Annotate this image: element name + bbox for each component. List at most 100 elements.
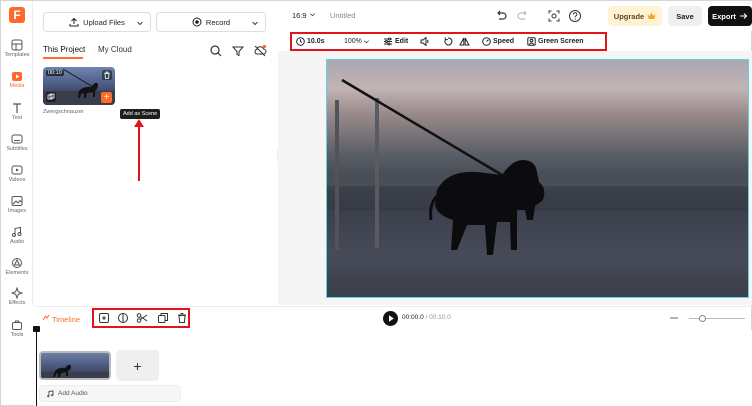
thumbnail-trash-button[interactable] [102, 70, 112, 80]
screenshot-icon[interactable] [547, 9, 561, 23]
timeline-tools [92, 308, 190, 328]
current-time: 00:00.0 [402, 314, 424, 321]
upgrade-button[interactable]: Upgrade [608, 6, 662, 26]
rail-label: Templates [4, 52, 30, 58]
green-screen-button[interactable]: Green Screen [527, 34, 584, 49]
undo-icon[interactable] [494, 9, 508, 23]
rail-item-audio[interactable]: Audio [1, 226, 33, 256]
sliders-icon [384, 37, 392, 46]
zoom-out-icon[interactable] [669, 314, 679, 322]
tab-my-cloud[interactable]: My Cloud [98, 45, 132, 54]
timeline-toggle[interactable]: Timeline [42, 314, 80, 324]
duplicate-icon[interactable] [157, 312, 169, 324]
add-as-scene-button[interactable]: + [101, 92, 112, 103]
clip-thumbnail [41, 364, 109, 378]
tools-icon [12, 320, 22, 330]
dog-silhouette [341, 78, 545, 255]
record-button[interactable]: Record [156, 12, 266, 32]
cloud-off-icon[interactable] [253, 44, 267, 58]
export-button[interactable]: Export [708, 6, 752, 26]
timeline-zoom-slider[interactable] [689, 318, 745, 319]
add-audio-label: Add Audio [58, 390, 88, 397]
rail-label: Tools [10, 332, 24, 338]
chevron-down-icon [363, 40, 369, 44]
active-tab-indicator [43, 57, 83, 59]
link-icon [47, 93, 55, 100]
elements-icon [12, 258, 22, 268]
zoom-select[interactable]: 100% [344, 34, 372, 49]
project-title[interactable]: Untitled [330, 11, 355, 20]
app-logo[interactable]: F [9, 7, 25, 23]
templates-icon [11, 39, 23, 51]
thumbnail-link-button[interactable] [46, 92, 56, 102]
media-icon [12, 72, 22, 81]
images-icon [11, 196, 23, 206]
rail-item-text[interactable]: Text [1, 102, 33, 132]
annotation-arrow-line [138, 125, 140, 181]
trash-icon [104, 71, 110, 79]
add-scene-button[interactable]: + [116, 350, 159, 381]
chevron-down-icon [137, 21, 143, 26]
aspect-ratio-select[interactable]: 16:9 [292, 11, 316, 20]
upload-icon [69, 17, 79, 27]
record-icon [192, 17, 202, 27]
text-icon [13, 103, 21, 113]
upload-files-button[interactable]: Upload Files [43, 12, 151, 32]
add-audio-button[interactable]: Add Audio [39, 385, 181, 402]
rail-item-effects[interactable]: Effects [1, 287, 33, 317]
video-preview[interactable] [326, 59, 749, 298]
music-note-icon [47, 389, 54, 397]
redo-icon[interactable] [516, 9, 530, 23]
rail-item-media[interactable]: Media [1, 70, 33, 100]
left-rail: F Templates Media Text Subtitles Videos … [1, 1, 33, 306]
rail-label: Videos [8, 177, 26, 183]
record-label: Record [205, 17, 231, 27]
duration-control[interactable]: 10.0s [296, 34, 325, 49]
edit-button[interactable]: Edit [383, 34, 408, 49]
filter-icon[interactable] [231, 44, 245, 58]
save-button[interactable]: Save [668, 6, 702, 26]
playhead-handle[interactable] [33, 326, 40, 332]
audio-icon [12, 226, 22, 237]
rail-label: Audio [9, 239, 25, 245]
rail-item-elements[interactable]: Elements [1, 257, 33, 287]
trash-icon[interactable] [176, 312, 188, 324]
timeline-clip[interactable] [39, 351, 111, 380]
volume-icon[interactable] [420, 37, 430, 46]
rail-item-tools[interactable]: Tools [1, 319, 33, 349]
rail-item-templates[interactable]: Templates [1, 39, 33, 69]
flip-icon[interactable] [459, 37, 470, 46]
timecode: 00:00.0 / 00:10.0 [402, 314, 451, 321]
playhead[interactable] [36, 328, 37, 406]
split-icon[interactable] [117, 312, 129, 324]
subtitles-icon [11, 134, 23, 144]
help-icon[interactable] [568, 9, 582, 23]
search-icon[interactable] [209, 44, 223, 58]
rail-item-subtitles[interactable]: Subtitles [1, 133, 33, 163]
add-box-icon[interactable] [98, 312, 110, 324]
scissors-icon[interactable] [136, 312, 148, 324]
rotate-icon[interactable] [443, 37, 453, 46]
green-screen-label: Green Screen [538, 38, 584, 45]
tab-this-project[interactable]: This Project [43, 45, 85, 54]
chevron-down-icon [252, 21, 258, 26]
add-as-scene-tooltip: Add as Scene [120, 109, 161, 119]
total-time: / 00:10.0 [425, 314, 451, 321]
media-thumbnail[interactable]: 00:10 + [43, 67, 115, 105]
timeline-label: Timeline [51, 315, 81, 324]
arrow-right-icon [739, 13, 748, 19]
top-bar: 16:9 Untitled Upgrade Save Export [278, 1, 752, 31]
rail-label: Subtitles [6, 146, 28, 152]
rail-item-videos[interactable]: Videos [1, 164, 33, 194]
rail-item-images[interactable]: Images [1, 195, 33, 225]
canvas-toolbar: 10.0s 100% Edit Speed Green Screen [290, 32, 607, 51]
rail-label: Images [7, 208, 27, 214]
upgrade-label: Upgrade [613, 11, 645, 21]
timeline-zoom-knob[interactable] [699, 315, 706, 322]
play-icon [389, 315, 394, 322]
play-button[interactable] [383, 311, 398, 326]
speed-button[interactable]: Speed [482, 34, 514, 49]
effects-icon [11, 287, 23, 299]
chevron-down-icon [309, 13, 315, 17]
rail-label: Media [9, 83, 25, 89]
